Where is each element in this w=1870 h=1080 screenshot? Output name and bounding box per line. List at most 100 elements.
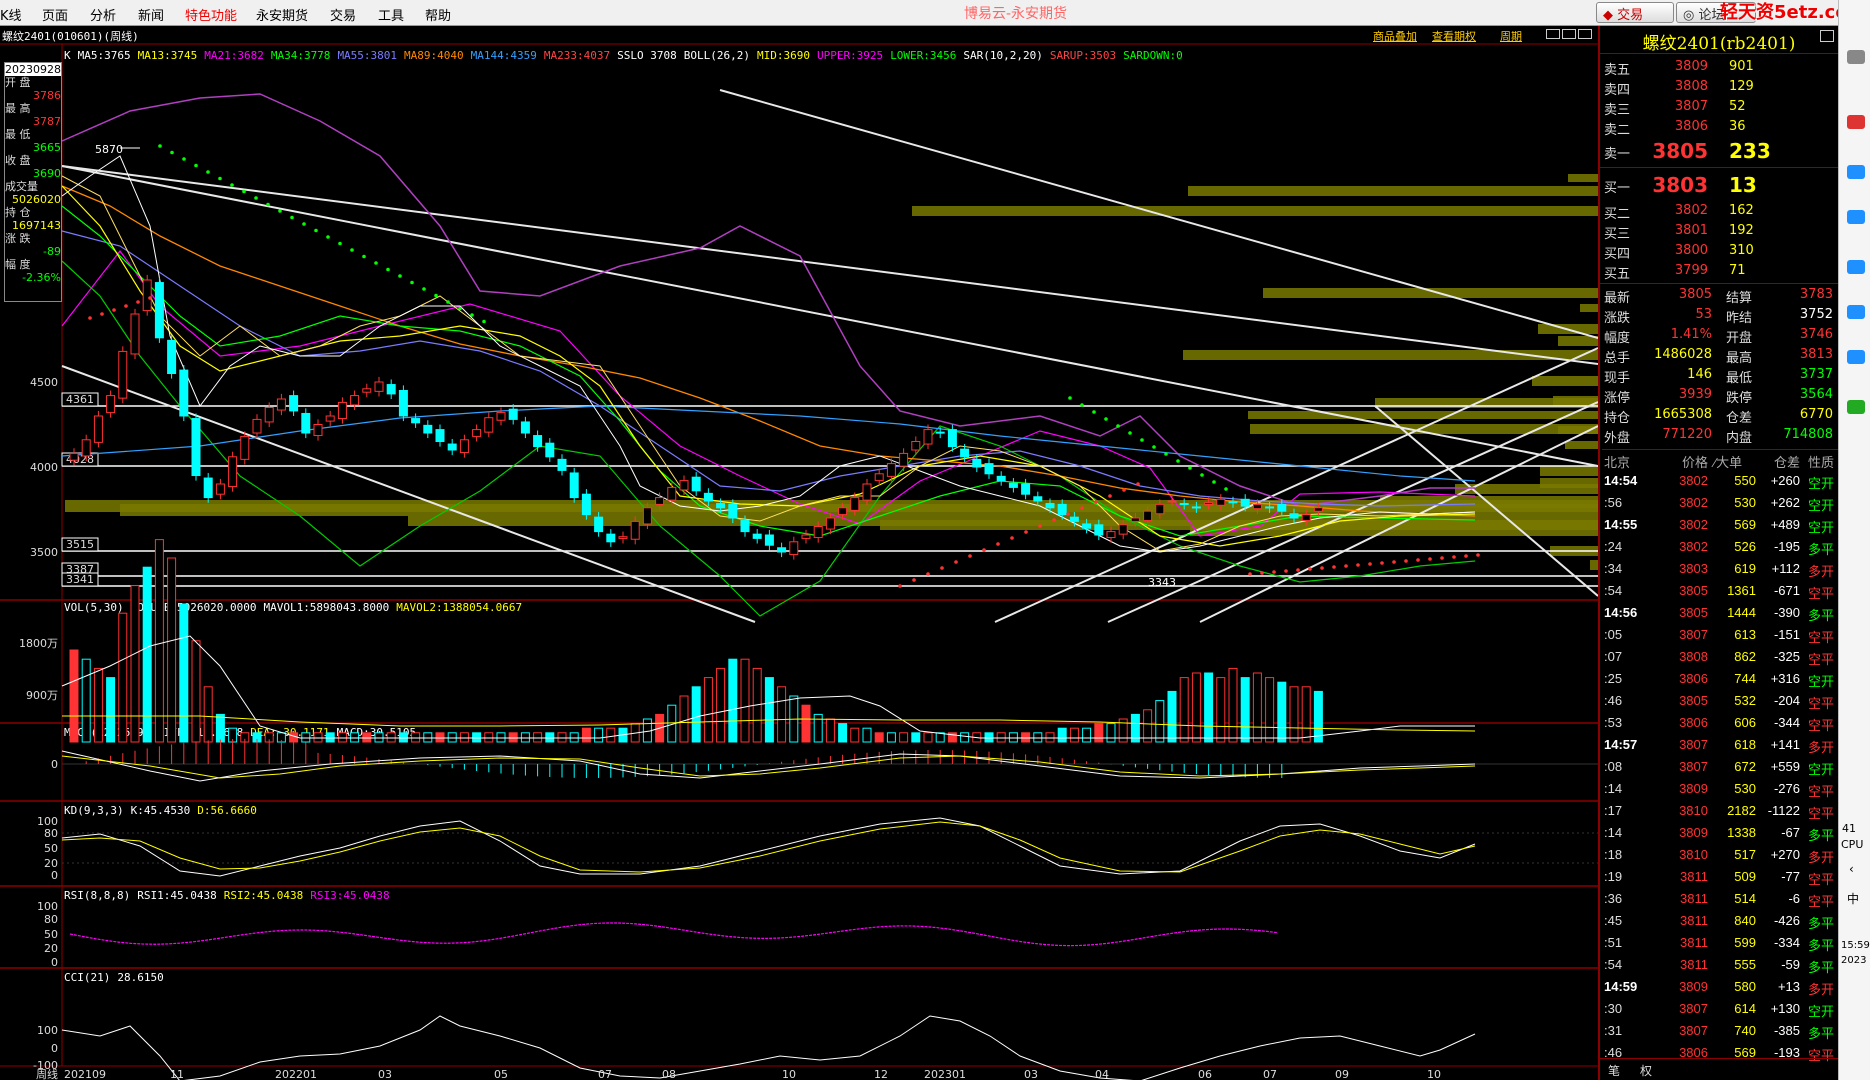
menu-item-6[interactable]: 交易 bbox=[330, 5, 356, 24]
menu-item-2[interactable]: 分析 bbox=[90, 5, 116, 24]
app-icon[interactable] bbox=[1847, 115, 1865, 129]
tick-row[interactable]: :31 3807 740 -385 多平 bbox=[1602, 1021, 1838, 1043]
volume-profile-bar bbox=[1568, 174, 1598, 182]
folder-icon[interactable] bbox=[1847, 210, 1865, 224]
x-axis-label: 202109 bbox=[64, 1068, 106, 1080]
ask-row[interactable]: 卖五 3809 901 bbox=[1604, 59, 1834, 79]
sar-dot bbox=[1440, 556, 1444, 560]
tick-row[interactable]: :30 3807 614 +130 空开 bbox=[1602, 999, 1838, 1021]
candle-down bbox=[386, 384, 396, 395]
tick-row[interactable]: :17 3810 2182 -1122 空平 bbox=[1602, 801, 1838, 823]
tick-row[interactable]: :25 3806 744 +316 空开 bbox=[1602, 669, 1838, 691]
chevron-left-icon[interactable]: ‹ bbox=[1849, 862, 1854, 876]
candle-up bbox=[630, 520, 640, 540]
tick-row[interactable]: 14:59 3809 580 +13 多开 bbox=[1602, 977, 1838, 999]
bid-row[interactable]: 买一 3803 13 bbox=[1604, 173, 1834, 197]
tick-volume: 840 bbox=[1734, 913, 1756, 928]
tick-price: 3807 bbox=[1679, 759, 1708, 774]
panel-restore-icon[interactable] bbox=[1820, 30, 1834, 42]
tick-row[interactable]: :24 3802 526 -195 多平 bbox=[1602, 537, 1838, 559]
menu-item-5[interactable]: 永安期货 bbox=[256, 5, 308, 24]
tick-row[interactable]: :36 3811 514 -6 空平 bbox=[1602, 889, 1838, 911]
trade-button[interactable]: ◆ 交易 bbox=[1596, 2, 1674, 23]
bid-row[interactable]: 买四 3800 310 bbox=[1604, 243, 1834, 263]
menu-item-1[interactable]: 页面 bbox=[42, 5, 68, 24]
quote-panel: 螺纹2401(rb2401) 卖五 3809 901 卖四 3808 129 卖三 3807 5… bbox=[1598, 26, 1838, 1080]
tick-row[interactable]: :56 3802 530 +262 空开 bbox=[1602, 493, 1838, 515]
stat-label: 涨停 bbox=[1604, 391, 1631, 406]
menu-item-4[interactable]: 特色功能 bbox=[185, 5, 237, 24]
tick-row[interactable]: :08 3807 672 +559 空开 bbox=[1602, 757, 1838, 779]
info-value: 3786 bbox=[33, 89, 61, 102]
tick-row[interactable]: :54 3805 1361 -671 空平 bbox=[1602, 581, 1838, 603]
ask-row[interactable]: 卖一 3805 233 bbox=[1604, 139, 1834, 163]
sar-dot bbox=[398, 274, 402, 278]
tick-nature: 多平 bbox=[1808, 960, 1835, 975]
folder-icon[interactable] bbox=[1847, 305, 1865, 319]
tick-row[interactable]: 14:57 3807 618 +141 多开 bbox=[1602, 735, 1838, 757]
tick-row[interactable]: :05 3807 613 -151 空平 bbox=[1602, 625, 1838, 647]
volume-bar bbox=[106, 677, 116, 743]
tick-row[interactable]: :53 3806 606 -344 空平 bbox=[1602, 713, 1838, 735]
network-icon[interactable] bbox=[1847, 400, 1865, 414]
tick-row[interactable]: :54 3811 555 -59 多平 bbox=[1602, 955, 1838, 977]
volume-bar bbox=[362, 732, 372, 743]
tick-volume: 740 bbox=[1734, 1023, 1756, 1038]
tick-row[interactable]: :46 3805 532 -204 空平 bbox=[1602, 691, 1838, 713]
tick-oi-diff: -59 bbox=[1781, 957, 1800, 972]
tick-header-cell: 价格 bbox=[1682, 455, 1709, 470]
folder-icon[interactable] bbox=[1847, 350, 1865, 364]
sar-dot bbox=[1320, 566, 1324, 570]
tick-row[interactable]: :14 3809 1338 -67 多平 bbox=[1602, 823, 1838, 845]
menu-item-8[interactable]: 帮助 bbox=[425, 5, 451, 24]
volume-bar bbox=[130, 585, 140, 743]
sar-dot bbox=[136, 300, 140, 304]
volume-bar bbox=[801, 704, 811, 743]
menu-item-3[interactable]: 新闻 bbox=[138, 5, 164, 24]
bid-row[interactable]: 买二 3802 162 bbox=[1604, 203, 1834, 223]
tick-row[interactable]: :18 3810 517 +270 多开 bbox=[1602, 845, 1838, 867]
tick-row[interactable]: :14 3809 530 -276 空平 bbox=[1602, 779, 1838, 801]
menu-item-0[interactable]: K线 bbox=[0, 5, 22, 24]
tick-row[interactable]: :34 3803 619 +112 多开 bbox=[1602, 559, 1838, 581]
tab-ticks[interactable]: 笔 bbox=[1608, 1062, 1620, 1079]
tick-price: 3802 bbox=[1679, 517, 1708, 532]
chevron-up-icon[interactable] bbox=[1847, 50, 1865, 64]
bid-row[interactable]: 买五 3799 71 bbox=[1604, 263, 1834, 283]
tick-nature: 多平 bbox=[1808, 542, 1835, 557]
chart-area[interactable]: 螺纹2401(010601)(周线) 商品叠加 查看期权 周期 K MA5:376… bbox=[0, 26, 1598, 1080]
tab-rights[interactable]: 权 bbox=[1640, 1062, 1652, 1079]
folder-icon[interactable] bbox=[1847, 165, 1865, 179]
volume-bar bbox=[1082, 727, 1092, 743]
tick-row[interactable]: :45 3811 840 -426 多平 bbox=[1602, 911, 1838, 933]
stat-value: 3939 bbox=[1678, 387, 1712, 402]
tick-row[interactable]: 14:56 3805 1444 -390 多平 bbox=[1602, 603, 1838, 625]
tick-row[interactable]: :19 3811 509 -77 空平 bbox=[1602, 867, 1838, 889]
ask-row[interactable]: 卖二 3806 36 bbox=[1604, 119, 1834, 139]
ask-row[interactable]: 卖四 3808 129 bbox=[1604, 79, 1834, 99]
tick-row[interactable]: 14:55 3802 569 +489 空开 bbox=[1602, 515, 1838, 537]
volume-bar bbox=[1277, 681, 1287, 743]
tick-volume: 2182 bbox=[1727, 803, 1756, 818]
cpu-value: 41 bbox=[1842, 822, 1856, 835]
tick-row[interactable]: 14:54 3802 550 +260 空开 bbox=[1602, 471, 1838, 493]
sar-dot bbox=[124, 304, 128, 308]
tick-nature: 多开 bbox=[1808, 740, 1835, 755]
tick-nature: 多平 bbox=[1808, 828, 1835, 843]
menu-item-7[interactable]: 工具 bbox=[378, 5, 404, 24]
tick-row[interactable]: :07 3808 862 -325 空平 bbox=[1602, 647, 1838, 669]
sar-dot bbox=[912, 578, 916, 582]
candle-up bbox=[825, 517, 835, 530]
candle-down bbox=[764, 534, 774, 546]
kd-k-line bbox=[61, 817, 1476, 877]
ask-row[interactable]: 卖三 3807 52 bbox=[1604, 99, 1834, 119]
tick-nature: 空开 bbox=[1808, 674, 1835, 689]
tick-time: :25 bbox=[1604, 671, 1623, 686]
tick-volume: 514 bbox=[1734, 891, 1756, 906]
bid-row[interactable]: 买三 3801 192 bbox=[1604, 223, 1834, 243]
stat-label: 现手 bbox=[1604, 371, 1631, 386]
folder-icon[interactable] bbox=[1847, 260, 1865, 274]
tick-row[interactable]: :51 3811 599 -334 多平 bbox=[1602, 933, 1838, 955]
ime-indicator[interactable]: 中 bbox=[1847, 890, 1859, 907]
volume-bar bbox=[581, 727, 591, 743]
